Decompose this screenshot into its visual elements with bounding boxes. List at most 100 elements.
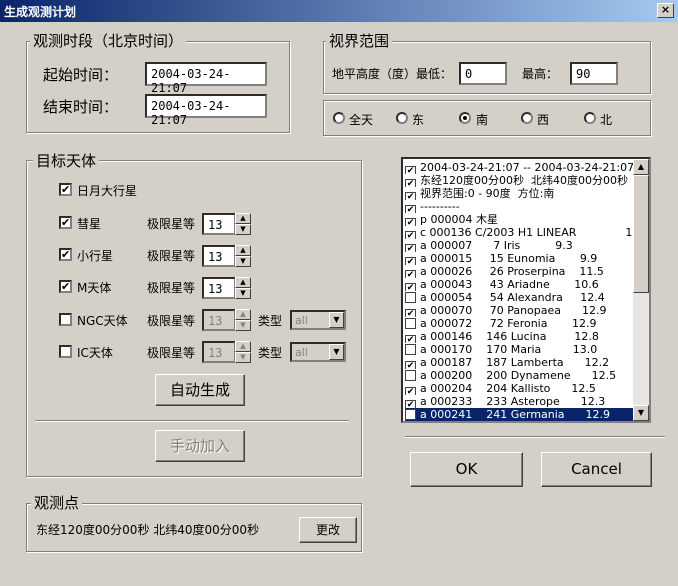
ngc-checkbox[interactable]	[59, 313, 72, 326]
scroll-down-icon[interactable]: ▼	[633, 405, 649, 421]
plan-list-item[interactable]: ✔ 东经120度00分00秒 北纬40度00分00秒	[405, 174, 638, 187]
direction-west-radio[interactable]	[521, 112, 533, 124]
plan-item-checkbox[interactable]: ✔	[405, 387, 416, 395]
sun-moon-checkbox[interactable]: ✔	[59, 183, 72, 196]
auto-generate-button[interactable]: 自动生成	[155, 374, 245, 406]
comet-mag-spinner[interactable]: ▲ ▼	[235, 213, 251, 235]
ngc-mag-spinner[interactable]: ▲ ▼	[235, 309, 251, 331]
plan-item-checkbox[interactable]: ✔	[405, 205, 416, 213]
messier-mag-spinner[interactable]: ▲ ▼	[235, 277, 251, 299]
plan-list-item[interactable]: ✔ p 000004 木星	[405, 213, 638, 226]
asteroid-checkbox[interactable]: ✔	[59, 248, 72, 261]
plan-list-item[interactable]: ✔ 2004-03-24-21:07 -- 2004-03-24-21:07 观测	[405, 161, 638, 174]
ngc-type-value: all	[295, 314, 308, 327]
plan-list-item[interactable]: ✔ a 000146 146 Lucina 12.8	[405, 330, 638, 343]
plan-list-item[interactable]: ✔ a 000204 204 Kallisto 12.5	[405, 382, 638, 395]
plan-list-item[interactable]: a 000200 200 Dynamene 12.5	[405, 369, 638, 382]
plan-item-checkbox[interactable]: ✔	[405, 361, 416, 369]
site-coords: 东经120度00分00秒 北纬40度00分00秒	[36, 523, 260, 537]
close-icon: ×	[660, 3, 671, 16]
plan-list-scrollbar[interactable]: ▲ ▼	[633, 159, 649, 421]
comet-checkbox[interactable]: ✔	[59, 216, 72, 229]
messier-label: M天体	[77, 281, 112, 295]
comet-mag-input[interactable]: 13	[202, 213, 236, 235]
direction-east-label: 东	[412, 113, 425, 127]
plan-item-checkbox[interactable]	[405, 344, 416, 355]
plan-list-item[interactable]: ✔ a 000233 233 Asterope 12.3	[405, 395, 638, 408]
plan-item-checkbox[interactable]: ✔	[405, 192, 416, 200]
manual-add-button[interactable]: 手动加入	[155, 430, 245, 462]
ngc-type-select[interactable]: all ▼	[290, 310, 346, 330]
start-time-input[interactable]: 2004-03-24-21:07	[145, 62, 267, 95]
max-altitude-input[interactable]: 90	[570, 62, 618, 85]
plan-list-item[interactable]: ✔ a 000070 70 Panopaea 12.9	[405, 304, 638, 317]
plan-list-item[interactable]: ✔ a 000015 15 Eunomia 9.9	[405, 252, 638, 265]
direction-east-radio[interactable]	[396, 112, 408, 124]
asteroid-mag-input[interactable]: 13	[202, 245, 236, 267]
plan-list-item[interactable]: ✔ a 000026 26 Proserpina 11.5	[405, 265, 638, 278]
plan-item-checkbox[interactable]: ✔	[405, 218, 416, 226]
plan-list-item[interactable]: a 000241 241 Germania 12.9	[405, 408, 638, 421]
site-legend: 观测点	[31, 492, 83, 513]
change-site-button[interactable]: 更改	[299, 517, 357, 543]
ic-type-select[interactable]: all ▼	[290, 342, 346, 362]
plan-item-checkbox[interactable]	[405, 292, 416, 303]
plan-list-item[interactable]: a 000054 54 Alexandra 12.4	[405, 291, 638, 304]
asteroid-mag-spinner[interactable]: ▲ ▼	[235, 245, 251, 267]
plan-list-item[interactable]: ✔ ----------	[405, 200, 638, 213]
plan-item-text: a 000072 72 Feronia 12.9	[420, 317, 597, 330]
scroll-up-icon[interactable]: ▲	[633, 159, 649, 175]
plan-item-checkbox[interactable]: ✔	[405, 270, 416, 278]
messier-mag-input[interactable]: 13	[202, 277, 236, 299]
plan-item-text: c 000136 C/2003 H1 LINEAR 10.	[420, 226, 638, 239]
period-legend: 观测时段（北京时间）	[30, 30, 187, 51]
plan-item-checkbox[interactable]	[405, 409, 416, 420]
plan-item-text: a 000204 204 Kallisto 12.5	[420, 382, 596, 395]
plan-item-checkbox[interactable]: ✔	[405, 257, 416, 265]
direction-north-radio[interactable]	[584, 112, 596, 124]
ic-mag-spinner[interactable]: ▲ ▼	[235, 341, 251, 363]
direction-all-label: 全天	[349, 113, 374, 127]
ic-type-label: 类型	[258, 346, 283, 360]
plan-list-item[interactable]: ✔ a 000007 7 Iris 9.3	[405, 239, 638, 252]
plan-item-checkbox[interactable]: ✔	[405, 400, 416, 408]
plan-list-item[interactable]: ✔ c 000136 C/2003 H1 LINEAR 10.	[405, 226, 638, 239]
ic-mag-label: 极限星等	[147, 346, 196, 360]
direction-south-radio[interactable]	[459, 112, 471, 124]
plan-list-item[interactable]: a 000170 170 Maria 13.0	[405, 343, 638, 356]
plan-item-checkbox[interactable]: ✔	[405, 309, 416, 317]
direction-all-radio[interactable]	[333, 112, 345, 124]
plan-item-text: a 000015 15 Eunomia 9.9	[420, 252, 598, 265]
plan-list-item[interactable]: ✔ 视界范围:0 - 90度 方位:南	[405, 187, 638, 200]
plan-list-item[interactable]: ✔ a 000187 187 Lamberta 12.2	[405, 356, 638, 369]
min-altitude-input[interactable]: 0	[459, 62, 507, 85]
close-button[interactable]: ×	[657, 3, 674, 18]
plan-item-text: a 000233 233 Asterope 12.3	[420, 395, 606, 408]
plan-list-item[interactable]: ✔ a 000043 43 Ariadne 10.6	[405, 278, 638, 291]
plan-item-text: a 000170 170 Maria 13.0	[420, 343, 598, 356]
messier-checkbox[interactable]: ✔	[59, 280, 72, 293]
plan-item-checkbox[interactable]: ✔	[405, 231, 416, 239]
ngc-mag-label: 极限星等	[147, 314, 196, 328]
plan-list-item[interactable]: a 000072 72 Feronia 12.9	[405, 317, 638, 330]
ngc-mag-input[interactable]: 13	[202, 309, 236, 331]
plan-item-checkbox[interactable]: ✔	[405, 283, 416, 291]
plan-item-checkbox[interactable]	[405, 318, 416, 329]
scroll-thumb[interactable]	[633, 175, 649, 293]
ok-button[interactable]: OK	[410, 452, 523, 487]
targets-legend: 目标天体	[33, 150, 100, 171]
comet-label: 彗星	[77, 217, 102, 231]
plan-item-checkbox[interactable]: ✔	[405, 244, 416, 252]
title-bar: 生成观测计划 ×	[0, 0, 678, 22]
direction-north-label: 北	[600, 113, 613, 127]
plan-listbox[interactable]: ✔ 2004-03-24-21:07 -- 2004-03-24-21:07 观测…	[401, 157, 651, 423]
end-time-input[interactable]: 2004-03-24-21:07	[145, 94, 267, 127]
plan-item-checkbox[interactable]: ✔	[405, 335, 416, 343]
plan-item-checkbox[interactable]	[405, 370, 416, 381]
ic-checkbox[interactable]	[59, 345, 72, 358]
cancel-button[interactable]: Cancel	[541, 452, 652, 487]
buttons-separator	[405, 436, 665, 438]
ic-mag-input[interactable]: 13	[202, 341, 236, 363]
plan-item-checkbox[interactable]: ✔	[405, 179, 416, 187]
plan-item-checkbox[interactable]: ✔	[405, 166, 416, 174]
